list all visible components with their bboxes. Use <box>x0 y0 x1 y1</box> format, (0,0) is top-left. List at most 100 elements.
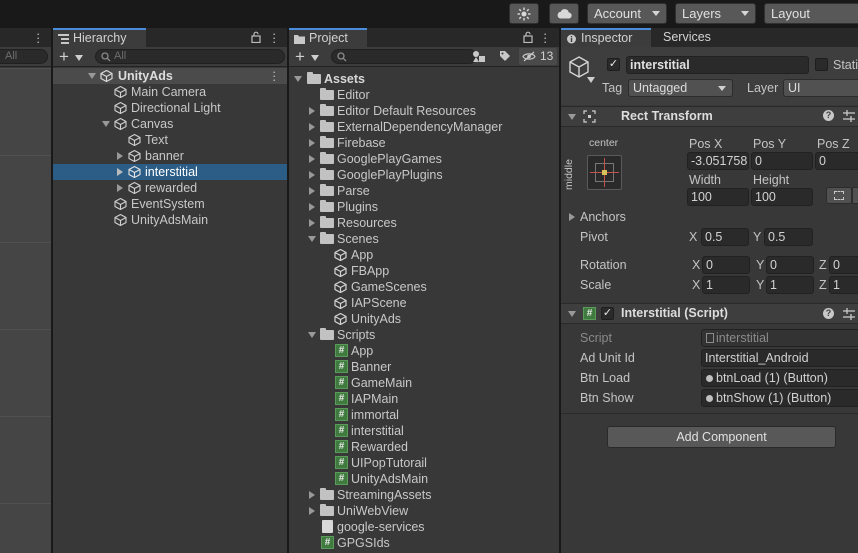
tab-services[interactable]: Services <box>653 28 733 47</box>
expand-arrow-icon[interactable] <box>308 332 316 338</box>
rect-transform-header[interactable]: Rect Transform ? <box>561 106 858 127</box>
project-item-scene-iapscene[interactable]: IAPScene <box>289 295 559 311</box>
hierarchy-search-input[interactable]: All <box>95 49 285 64</box>
kebab-menu-icon[interactable]: · · · <box>272 27 276 48</box>
expand-arrow-icon[interactable] <box>294 76 302 82</box>
hierarchy-item-banner[interactable]: banner <box>53 148 287 164</box>
project-item-script-immortal[interactable]: # immortal <box>289 407 559 423</box>
tag-dropdown[interactable]: Untagged <box>628 79 733 97</box>
left-search-input[interactable]: All <box>0 49 48 64</box>
rotation-z-field[interactable]: 0 <box>829 256 858 274</box>
project-item-gpgsids[interactable]: # GPGSIds <box>289 535 559 551</box>
expand-arrow-icon[interactable] <box>309 139 315 147</box>
project-item-firebase[interactable]: Firebase <box>289 135 559 151</box>
hierarchy-item-main-camera[interactable]: Main Camera <box>53 84 287 100</box>
object-name-field[interactable]: interstitial <box>626 56 809 74</box>
project-item-googleplaygames[interactable]: GooglePlayGames <box>289 151 559 167</box>
preset-sliders-icon[interactable] <box>843 110 855 122</box>
help-icon[interactable]: ? <box>823 308 834 319</box>
create-plus-icon[interactable]: + <box>59 48 69 65</box>
tab-hierarchy[interactable]: Hierarchy <box>53 28 146 47</box>
anchors-foldout[interactable]: Anchors <box>561 209 858 226</box>
scale-x-field[interactable]: 1 <box>702 276 750 294</box>
tab-inspector[interactable]: Inspector <box>561 28 651 47</box>
rotation-y-field[interactable]: 0 <box>766 256 814 274</box>
collapse-arrow-icon[interactable] <box>568 114 576 120</box>
project-search-input[interactable] <box>331 49 477 64</box>
hierarchy-item-rewarded[interactable]: rewarded <box>53 180 287 196</box>
create-plus-icon[interactable]: + <box>295 48 305 65</box>
hierarchy-item-text[interactable]: Text <box>53 132 287 148</box>
expand-arrow-icon[interactable] <box>309 203 315 211</box>
lock-icon[interactable] <box>251 31 261 43</box>
project-item-script-banner[interactable]: # Banner <box>289 359 559 375</box>
preset-sliders-icon[interactable] <box>843 308 855 320</box>
anchor-presets-button[interactable] <box>587 155 622 190</box>
expand-arrow-icon[interactable] <box>309 219 315 227</box>
expand-arrow-icon[interactable] <box>309 171 315 179</box>
lock-icon[interactable] <box>523 31 533 43</box>
project-root-assets[interactable]: Assets <box>289 71 559 87</box>
project-item-plugins[interactable]: Plugins <box>289 199 559 215</box>
chevron-down-icon[interactable] <box>587 77 595 83</box>
scale-y-field[interactable]: 1 <box>766 276 814 294</box>
expand-arrow-icon[interactable] <box>309 507 315 515</box>
scene-row[interactable]: UnityAds · · · <box>53 65 287 86</box>
hidden-packages-toggle[interactable]: 13 <box>519 48 557 65</box>
expand-arrow-icon[interactable] <box>117 184 123 192</box>
expand-arrow-icon[interactable] <box>309 155 315 163</box>
hierarchy-item-interstitial[interactable]: interstitial <box>53 164 287 180</box>
hierarchy-item-unityadsmain[interactable]: UnityAdsMain <box>53 212 287 228</box>
project-item-script-app[interactable]: # App <box>289 343 559 359</box>
project-item-scenes[interactable]: Scenes <box>289 231 559 247</box>
pivot-x-field[interactable]: 0.5 <box>701 228 749 246</box>
chevron-down-icon[interactable] <box>75 55 83 61</box>
expand-arrow-icon[interactable] <box>569 213 575 221</box>
hierarchy-item-directional-light[interactable]: Directional Light <box>53 100 287 116</box>
active-checkbox[interactable]: ✓ <box>607 58 620 71</box>
project-item-google-services[interactable]: google-services <box>289 519 559 535</box>
script-component-header[interactable]: # ✓ Interstitial (Script) ? <box>561 303 858 324</box>
expand-arrow-icon[interactable] <box>102 121 110 127</box>
expand-arrow-icon[interactable] <box>308 236 316 242</box>
hierarchy-item-canvas[interactable]: Canvas <box>53 116 287 132</box>
project-item-googleplayplugins[interactable]: GooglePlayPlugins <box>289 167 559 183</box>
gameobject-cube-icon[interactable] <box>568 56 590 78</box>
layout-dropdown[interactable]: Layout <box>764 3 858 24</box>
project-item-editor[interactable]: Editor <box>289 87 559 103</box>
project-item-editor-default-resources[interactable]: Editor Default Resources <box>289 103 559 119</box>
project-item-externaldependencymanager[interactable]: ExternalDependencyManager <box>289 119 559 135</box>
project-item-script-gamemain[interactable]: # GameMain <box>289 375 559 391</box>
pos-z-field[interactable]: 0 <box>815 152 858 170</box>
help-icon[interactable]: ? <box>823 110 834 121</box>
layers-dropdown[interactable]: Layers <box>675 3 756 24</box>
project-item-scene-unityads[interactable]: UnityAds <box>289 311 559 327</box>
expand-arrow-icon[interactable] <box>309 123 315 131</box>
account-dropdown[interactable]: Account <box>587 3 667 24</box>
project-item-script-iapmain[interactable]: # IAPMain <box>289 391 559 407</box>
width-field[interactable]: 100 <box>687 188 749 206</box>
kebab-menu-icon[interactable]: · · · <box>36 27 40 48</box>
kebab-menu-icon[interactable]: · · · <box>272 65 276 86</box>
expand-arrow-icon[interactable] <box>309 107 315 115</box>
project-item-scene-gamescenes[interactable]: GameScenes <box>289 279 559 295</box>
scale-z-field[interactable]: 1 <box>829 276 858 294</box>
filter-by-label-icon[interactable] <box>499 50 511 62</box>
expand-arrow-icon[interactable] <box>117 168 123 176</box>
add-component-button[interactable]: Add Component <box>607 426 836 448</box>
expand-arrow-icon[interactable] <box>88 73 96 79</box>
static-checkbox[interactable] <box>815 58 828 71</box>
ad-unit-id-field[interactable]: Interstitial_Android <box>701 349 858 367</box>
scene-view-grid[interactable] <box>0 68 51 553</box>
project-item-resources[interactable]: Resources <box>289 215 559 231</box>
kebab-menu-icon[interactable]: · · · <box>543 27 547 48</box>
project-item-script-rewarded[interactable]: # Rewarded <box>289 439 559 455</box>
btn-load-field[interactable]: btnLoad (1) (Button) <box>701 369 858 387</box>
btn-show-field[interactable]: btnShow (1) (Button) <box>701 389 858 407</box>
layer-dropdown[interactable]: UI <box>783 79 858 97</box>
filter-by-type-icon[interactable] <box>472 50 486 63</box>
raw-edit-button[interactable] <box>852 187 858 204</box>
pos-x-field[interactable]: -3.051758 <box>687 152 749 170</box>
collab-button[interactable] <box>509 3 539 24</box>
expand-arrow-icon[interactable] <box>309 491 315 499</box>
